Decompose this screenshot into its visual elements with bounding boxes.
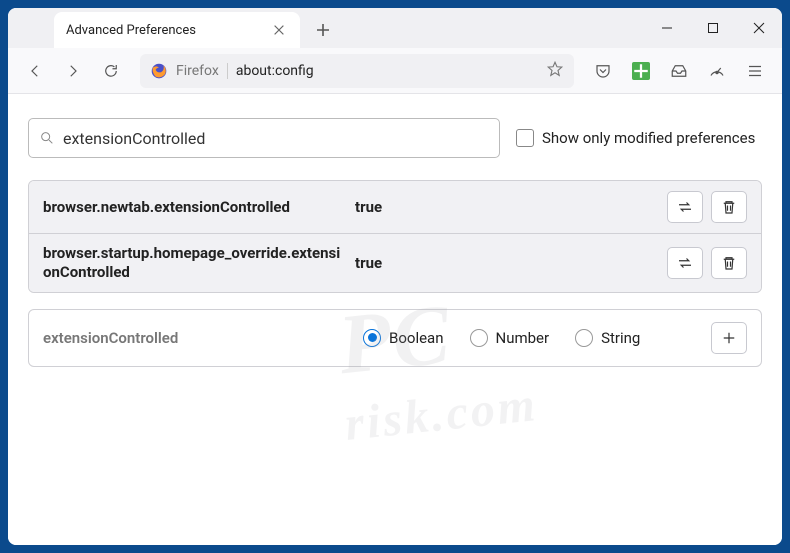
close-icon (272, 23, 286, 37)
toolbar: Firefox about:config (8, 48, 782, 94)
row-actions (667, 247, 747, 279)
inbox-button[interactable] (662, 54, 696, 88)
watermark-sub: risk.com (342, 377, 540, 452)
minimize-button[interactable] (644, 8, 690, 48)
close-tab-button[interactable] (270, 21, 288, 39)
extension-icon (632, 62, 650, 80)
toggle-button[interactable] (667, 247, 703, 279)
search-row: Show only modified preferences (28, 118, 762, 158)
trash-icon (720, 254, 738, 272)
address-firefox-label: Firefox (176, 63, 228, 79)
preference-value: true (355, 254, 655, 272)
back-icon (26, 62, 44, 80)
maximize-icon (707, 22, 719, 34)
address-bar[interactable]: Firefox about:config (140, 54, 574, 88)
preference-key: browser.newtab.extensionControlled (43, 198, 343, 217)
firefox-icon (150, 62, 168, 80)
radio-string[interactable]: String (575, 329, 640, 347)
about-config-content: Show only modified preferences browser.n… (8, 94, 782, 545)
pocket-icon (594, 62, 612, 80)
preference-row[interactable]: browser.startup.homepage_override.extens… (29, 233, 761, 292)
inbox-icon (670, 62, 688, 80)
pocket-button[interactable] (586, 54, 620, 88)
back-button[interactable] (18, 54, 52, 88)
add-button[interactable] (711, 322, 747, 354)
minimize-icon (661, 22, 673, 34)
toggle-button[interactable] (667, 191, 703, 223)
plus-icon (720, 329, 738, 347)
preference-key: browser.startup.homepage_override.extens… (43, 244, 343, 282)
forward-button[interactable] (56, 54, 90, 88)
radio-dot (363, 329, 381, 347)
preference-value: true (355, 198, 655, 216)
delete-button[interactable] (711, 247, 747, 279)
star-icon (546, 60, 564, 78)
radio-dot (470, 329, 488, 347)
radio-label: String (601, 329, 640, 347)
trash-icon (720, 198, 738, 216)
row-actions (667, 191, 747, 223)
search-icon (39, 130, 55, 146)
plus-icon (315, 22, 331, 38)
address-url: about:config (236, 63, 538, 79)
forward-icon (64, 62, 82, 80)
close-icon (753, 22, 765, 34)
hamburger-icon (746, 62, 764, 80)
reload-icon (102, 62, 120, 80)
reload-button[interactable] (94, 54, 128, 88)
checkbox-box (516, 129, 534, 147)
radio-number[interactable]: Number (470, 329, 550, 347)
window-controls (644, 8, 782, 48)
radio-dot (575, 329, 593, 347)
radio-boolean[interactable]: Boolean (363, 329, 444, 347)
close-window-button[interactable] (736, 8, 782, 48)
browser-window: Advanced Preferences Firefox about:confi… (8, 8, 782, 545)
new-tab-button[interactable] (308, 15, 338, 45)
preference-row[interactable]: browser.newtab.extensionControlled true (29, 181, 761, 233)
new-preference-name: extensionControlled (43, 329, 343, 347)
title-bar: Advanced Preferences (8, 8, 782, 48)
radio-label: Number (496, 329, 550, 347)
preference-table: browser.newtab.extensionControlled true … (28, 180, 762, 293)
maximize-button[interactable] (690, 8, 736, 48)
bookmark-button[interactable] (546, 60, 564, 82)
app-menu-button[interactable] (738, 54, 772, 88)
search-box[interactable] (28, 118, 500, 158)
add-preference-panel: extensionControlled Boolean Number Strin… (28, 309, 762, 367)
modified-only-label: Show only modified preferences (542, 129, 755, 147)
type-radio-group: Boolean Number String (363, 329, 691, 347)
toggle-icon (676, 198, 694, 216)
delete-button[interactable] (711, 191, 747, 223)
tab-title: Advanced Preferences (66, 23, 196, 38)
modified-only-toggle[interactable]: Show only modified preferences (516, 129, 755, 147)
radio-label: Boolean (389, 329, 444, 347)
toggle-icon (676, 254, 694, 272)
extension-button[interactable] (624, 54, 658, 88)
account-button[interactable] (700, 54, 734, 88)
search-input[interactable] (63, 129, 489, 148)
tab-advanced-preferences[interactable]: Advanced Preferences (54, 12, 300, 48)
gauge-icon (708, 62, 726, 80)
